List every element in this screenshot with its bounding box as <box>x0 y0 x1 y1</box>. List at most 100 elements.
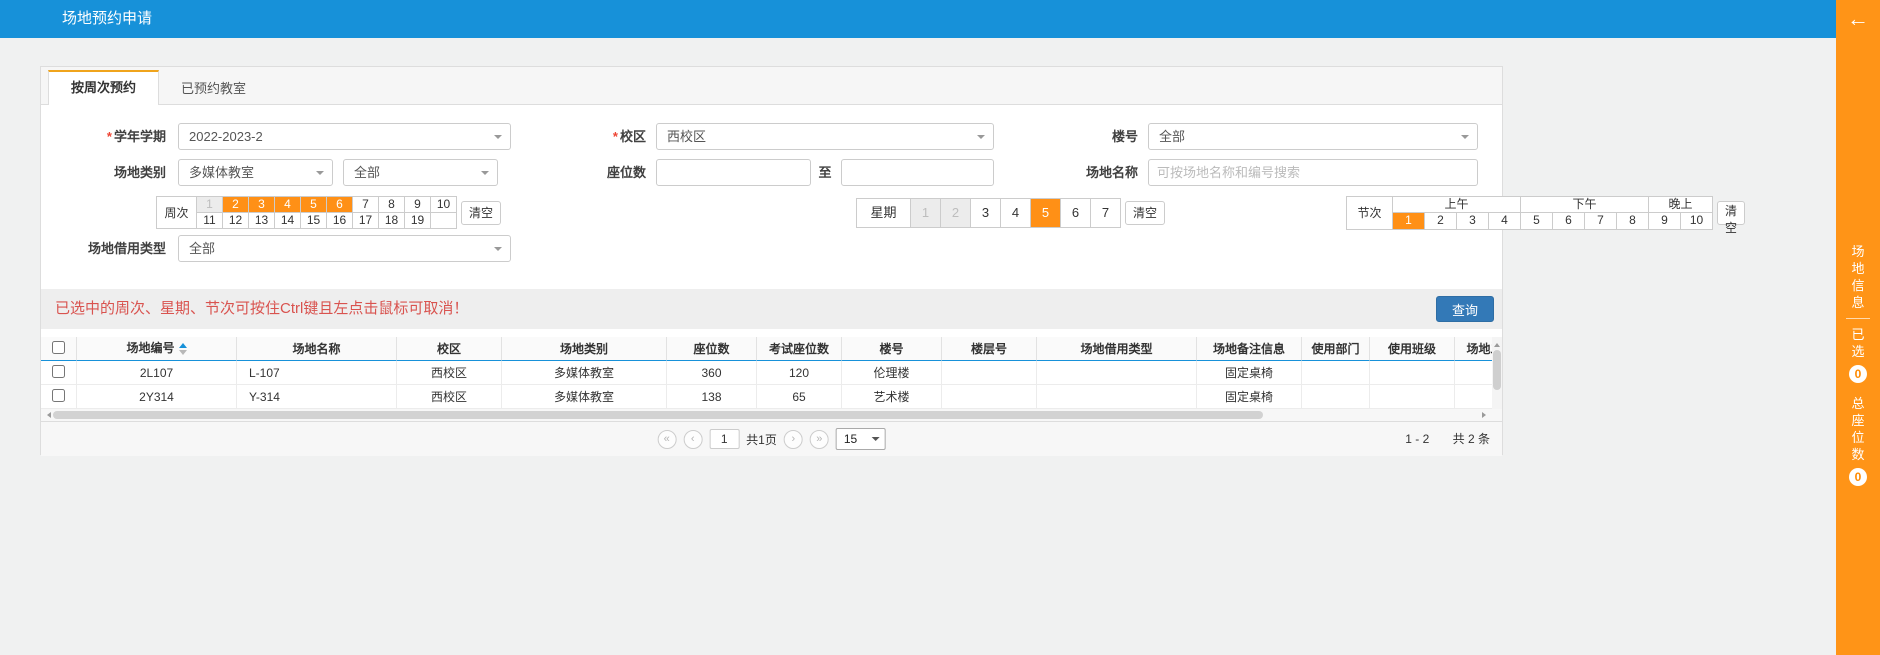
col-use-class: 使用班级 <box>1370 337 1455 361</box>
period-cell[interactable]: 2 <box>1425 213 1457 230</box>
notice-bar: 已选中的周次、星期、节次可按住Ctrl键且左点击鼠标可取消！ 查询 <box>41 289 1502 329</box>
chevron-down-icon <box>872 437 880 445</box>
semester-label: 学年学期 <box>41 123 166 150</box>
semester-select[interactable]: 2022-2023-2 <box>178 123 511 150</box>
table-row[interactable]: 2L107 L-107 西校区 多媒体教室 360 120 伦理楼 固定桌椅 <box>41 361 1492 385</box>
week-grid-label: 周次 <box>157 197 197 229</box>
week-cell[interactable]: 13 <box>249 213 275 229</box>
week-cell[interactable]: 17 <box>353 213 379 229</box>
scroll-right-icon[interactable] <box>1482 412 1489 418</box>
table-horizontal-scrollbar[interactable] <box>41 409 1502 421</box>
borrow-type-label: 场地借用类型 <box>41 235 166 262</box>
table-vertical-scrollbar[interactable] <box>1492 337 1502 409</box>
period-cell[interactable]: 8 <box>1617 213 1649 230</box>
period-cell[interactable]: 1 <box>1393 213 1425 230</box>
pager-last-button[interactable]: » <box>810 430 829 449</box>
week-cell[interactable]: 5 <box>301 197 327 213</box>
scroll-up-icon[interactable] <box>1494 340 1500 347</box>
select-all-cell <box>41 337 77 361</box>
week-cell[interactable]: 10 <box>431 197 457 213</box>
search-button[interactable]: 查询 <box>1436 296 1494 322</box>
period-cell[interactable]: 4 <box>1489 213 1521 230</box>
week-cell[interactable]: 14 <box>275 213 301 229</box>
weekday-cell[interactable]: 7 <box>1091 199 1121 228</box>
collapse-rail-arrow-icon[interactable]: ← <box>1836 7 1880 31</box>
pager-controls: « ‹ 共1页 › » 15 <box>657 428 886 450</box>
seats-max-input[interactable] <box>841 159 994 186</box>
col-category: 场地类别 <box>502 337 667 361</box>
pager-page-input[interactable] <box>709 429 739 449</box>
record-range: 1 - 2 <box>1405 432 1429 446</box>
col-borrow-type: 场地借用类型 <box>1037 337 1197 361</box>
weekday-cell[interactable]: 4 <box>1001 199 1031 228</box>
week-cell[interactable]: 7 <box>353 197 379 213</box>
select-all-checkbox[interactable] <box>52 341 65 354</box>
week-cell[interactable]: 6 <box>327 197 353 213</box>
period-cell[interactable]: 10 <box>1681 213 1713 230</box>
table-row[interactable]: 2Y314 Y-314 西校区 多媒体教室 138 65 艺术楼 固定桌椅 <box>41 385 1492 409</box>
venue-name-label: 场地名称 <box>1001 159 1138 186</box>
vertical-scroll-thumb[interactable] <box>1493 350 1501 390</box>
week-cell[interactable]: 8 <box>379 197 405 213</box>
week-cell[interactable]: 9 <box>405 197 431 213</box>
horizontal-scroll-thumb[interactable] <box>53 411 1263 419</box>
col-campus: 校区 <box>397 337 502 361</box>
sort-icon[interactable] <box>179 339 187 359</box>
weekday-selector: 星期 1 2 3 4 5 6 7 清空 <box>856 195 1165 230</box>
period-cell[interactable]: 6 <box>1553 213 1585 230</box>
week-cell[interactable]: 12 <box>223 213 249 229</box>
seats-label: 座位数 <box>511 159 646 186</box>
venue-subcategory-select[interactable]: 全部 <box>343 159 498 186</box>
venue-category-select[interactable]: 多媒体教室 <box>178 159 333 186</box>
page-size-select[interactable]: 15 <box>836 428 886 450</box>
pager-first-button[interactable]: « <box>657 430 676 449</box>
week-cell[interactable]: 11 <box>197 213 223 229</box>
tab-reserved-rooms[interactable]: 已预约教室 <box>159 73 268 104</box>
period-cell[interactable]: 9 <box>1649 213 1681 230</box>
week-cell[interactable]: 2 <box>223 197 249 213</box>
week-cell[interactable]: 16 <box>327 213 353 229</box>
week-clear-button[interactable]: 清空 <box>461 201 501 225</box>
weekday-cell[interactable]: 3 <box>971 199 1001 228</box>
col-venue-extra: 场地二 <box>1455 337 1492 361</box>
scroll-left-icon[interactable] <box>44 412 51 418</box>
chevron-down-icon <box>481 171 489 179</box>
venue-category-label: 场地类别 <box>41 159 166 186</box>
total-seats-badge: 0 <box>1849 468 1867 486</box>
week-cell[interactable]: 18 <box>379 213 405 229</box>
col-venue-code[interactable]: 场地编号 <box>77 337 237 361</box>
period-cell[interactable]: 7 <box>1585 213 1617 230</box>
week-cell[interactable]: 4 <box>275 197 301 213</box>
week-cell[interactable]: 3 <box>249 197 275 213</box>
week-cell <box>431 213 457 229</box>
weekday-cell[interactable]: 6 <box>1061 199 1091 228</box>
row-checkbox[interactable] <box>52 389 65 402</box>
col-floor: 楼层号 <box>942 337 1037 361</box>
tab-by-week[interactable]: 按周次预约 <box>48 70 159 105</box>
tab-bar: 按周次预约 已预约教室 <box>41 67 1502 105</box>
campus-label: 校区 <box>511 123 646 150</box>
table-header-row: 场地编号 场地名称 校区 场地类别 座位数 考试座位数 楼号 楼层号 场地借用类… <box>41 337 1492 361</box>
building-label: 楼号 <box>1001 123 1138 150</box>
chevron-down-icon <box>977 135 985 143</box>
venue-name-input[interactable] <box>1148 159 1478 186</box>
building-select[interactable]: 全部 <box>1148 123 1478 150</box>
period-group-pm: 下午 <box>1521 197 1649 213</box>
venue-table-area: 场地编号 场地名称 校区 场地类别 座位数 考试座位数 楼号 楼层号 场地借用类… <box>41 337 1502 409</box>
period-cell[interactable]: 3 <box>1457 213 1489 230</box>
borrow-type-select[interactable]: 全部 <box>178 235 511 262</box>
weekday-cell[interactable]: 5 <box>1031 199 1061 228</box>
chevron-down-icon <box>494 247 502 255</box>
weekday-clear-button[interactable]: 清空 <box>1125 201 1165 225</box>
seats-min-input[interactable] <box>656 159 811 186</box>
venue-table: 场地编号 场地名称 校区 场地类别 座位数 考试座位数 楼号 楼层号 场地借用类… <box>41 337 1492 409</box>
period-cell[interactable]: 5 <box>1521 213 1553 230</box>
row-checkbox[interactable] <box>52 365 65 378</box>
pager-next-button[interactable]: › <box>784 430 803 449</box>
campus-select[interactable]: 西校区 <box>656 123 994 150</box>
period-clear-button[interactable]: 清空 <box>1717 201 1745 225</box>
pager-prev-button[interactable]: ‹ <box>683 430 702 449</box>
week-cell[interactable]: 15 <box>301 213 327 229</box>
week-cell[interactable]: 19 <box>405 213 431 229</box>
period-grid: 节次 上午 下午 晚上 1 2 3 4 5 6 7 8 9 10 <box>1346 196 1713 230</box>
